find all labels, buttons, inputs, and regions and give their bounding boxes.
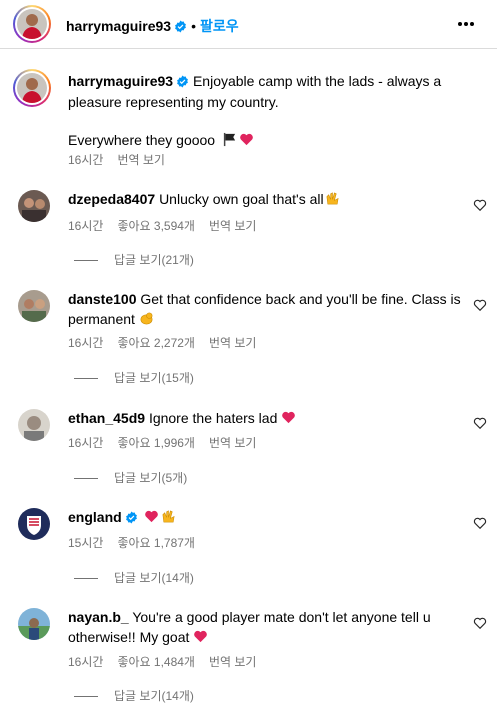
comment-text: Ignore the haters lad bbox=[148, 410, 278, 426]
comment-translate-button[interactable]: 번역 보기 bbox=[209, 436, 257, 450]
comment-username[interactable]: england bbox=[68, 509, 122, 525]
replies-label: 답글 보기(15개) bbox=[114, 371, 194, 385]
raised-hands-emoji bbox=[324, 191, 340, 207]
view-replies-button[interactable]: 답글 보기(14개) bbox=[74, 687, 194, 704]
replies-line bbox=[74, 578, 98, 580]
comment-text-line2: otherwise!! My goat bbox=[68, 629, 190, 645]
comment-avatar[interactable] bbox=[18, 290, 50, 322]
comment-text-line1: Get that confidence back and you'll be f… bbox=[140, 291, 461, 307]
caption-meta: 16시간 번역 보기 bbox=[68, 151, 179, 168]
red-heart-emoji bbox=[142, 509, 159, 525]
comment-text: Unlucky own goal that's all bbox=[159, 191, 324, 207]
caption-time: 16시간 bbox=[68, 153, 104, 167]
caption-text-line1: Enjoyable camp with the lads - always a bbox=[192, 73, 442, 89]
separator-dot: • bbox=[191, 18, 196, 34]
comment-avatar[interactable] bbox=[18, 508, 50, 540]
comment-likes[interactable]: 좋아요 1,787개 bbox=[117, 536, 195, 550]
red-heart-emoji bbox=[277, 410, 296, 426]
verified-badge-icon bbox=[125, 509, 138, 529]
comment-likes[interactable]: 좋아요 2,272개 bbox=[117, 336, 195, 350]
comment-time: 16시간 bbox=[68, 436, 104, 450]
comment-2-meta: 16시간 좋아요 2,272개 번역 보기 bbox=[68, 334, 270, 351]
verified-badge-icon bbox=[176, 74, 189, 93]
verified-badge-icon bbox=[174, 20, 187, 38]
replies-line bbox=[74, 696, 98, 698]
comment-likes[interactable]: 좋아요 3,594개 bbox=[117, 219, 195, 233]
comment-translate-button[interactable]: 번역 보기 bbox=[209, 219, 257, 233]
view-replies-button[interactable]: 답글 보기(21개) bbox=[74, 251, 194, 268]
comment-avatar[interactable] bbox=[18, 608, 50, 640]
comment-username[interactable]: danste100 bbox=[68, 291, 136, 307]
comment-text-line2: permanent bbox=[68, 311, 135, 327]
more-options-icon[interactable] bbox=[457, 14, 481, 34]
comment-time: 16시간 bbox=[68, 219, 104, 233]
comment-avatar[interactable] bbox=[18, 409, 50, 441]
replies-label: 답글 보기(14개) bbox=[114, 689, 194, 703]
view-replies-button[interactable]: 답글 보기(5개) bbox=[74, 469, 187, 486]
view-replies-button[interactable]: 답글 보기(15개) bbox=[74, 369, 194, 386]
caption-username[interactable]: harrymaguire93 bbox=[68, 73, 173, 89]
heart-outline-icon[interactable] bbox=[473, 298, 487, 312]
comment-1: dzepeda8407 Unlucky own goal that's all bbox=[68, 189, 340, 209]
caption-text-line3: Everywhere they goooo bbox=[68, 132, 216, 148]
red-heart-emoji bbox=[237, 132, 254, 148]
comment-4: england bbox=[68, 507, 176, 529]
comment-username[interactable]: dzepeda8407 bbox=[68, 191, 155, 207]
heart-outline-icon[interactable] bbox=[473, 416, 487, 430]
post-header: harrymaguire93 • 팔로우 bbox=[0, 0, 497, 49]
heart-outline-icon[interactable] bbox=[473, 516, 487, 530]
comment-5-meta: 16시간 좋아요 1,484개 번역 보기 bbox=[68, 653, 270, 670]
replies-label: 답글 보기(14개) bbox=[114, 571, 194, 585]
raised-hands-emoji bbox=[159, 509, 176, 525]
comment-translate-button[interactable]: 번역 보기 bbox=[209, 655, 257, 669]
comment-likes[interactable]: 좋아요 1,484개 bbox=[117, 655, 195, 669]
comment-time: 15시간 bbox=[68, 536, 104, 550]
black-flag-emoji bbox=[219, 132, 237, 148]
comment-4-meta: 15시간 좋아요 1,787개 bbox=[68, 534, 209, 551]
red-heart-emoji bbox=[189, 629, 208, 645]
replies-label: 답글 보기(21개) bbox=[114, 253, 194, 267]
comment-3-meta: 16시간 좋아요 1,996개 번역 보기 bbox=[68, 434, 270, 451]
comment-5: nayan.b_ You're a good player mate don't… bbox=[68, 607, 468, 647]
caption-translate-button[interactable]: 번역 보기 bbox=[117, 153, 165, 167]
follow-button[interactable]: 팔로우 bbox=[200, 18, 239, 34]
comment-time: 16시간 bbox=[68, 655, 104, 669]
view-replies-button[interactable]: 답글 보기(14개) bbox=[74, 569, 194, 586]
replies-line bbox=[74, 478, 98, 480]
caption-avatar[interactable] bbox=[13, 69, 51, 107]
comment-username[interactable]: ethan_45d9 bbox=[68, 410, 145, 426]
comment-avatar[interactable] bbox=[18, 190, 50, 222]
comment-text-line1: You're a good player mate don't let anyo… bbox=[132, 609, 431, 625]
replies-label: 답글 보기(5개) bbox=[114, 471, 188, 485]
caption-body: harrymaguire93 Enjoyable camp with the l… bbox=[68, 72, 478, 150]
comment-translate-button[interactable]: 번역 보기 bbox=[209, 336, 257, 350]
header-avatar[interactable] bbox=[13, 5, 51, 43]
comment-time: 16시간 bbox=[68, 336, 104, 350]
flexed-biceps-emoji bbox=[135, 311, 154, 327]
comment-1-meta: 16시간 좋아요 3,594개 번역 보기 bbox=[68, 217, 270, 234]
replies-line bbox=[74, 260, 98, 262]
comment-likes[interactable]: 좋아요 1,996개 bbox=[117, 436, 195, 450]
caption-text-line2: pleasure representing my country. bbox=[68, 94, 279, 110]
heart-outline-icon[interactable] bbox=[473, 198, 487, 212]
comment-3: ethan_45d9 Ignore the haters lad bbox=[68, 408, 296, 428]
header-username[interactable]: harrymaguire93 bbox=[66, 18, 171, 34]
replies-line bbox=[74, 378, 98, 380]
heart-outline-icon[interactable] bbox=[473, 616, 487, 630]
comment-2: danste100 Get that confidence back and y… bbox=[68, 289, 468, 329]
comment-username[interactable]: nayan.b_ bbox=[68, 609, 129, 625]
